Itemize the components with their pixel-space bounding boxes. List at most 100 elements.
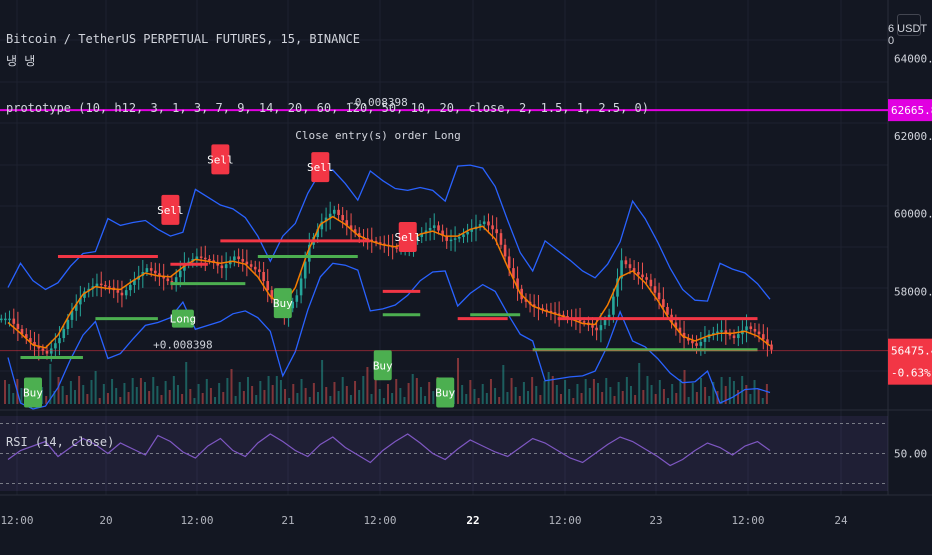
candle [432, 225, 436, 228]
volume-bar [547, 372, 550, 404]
price-axis-tick: 62000.00 [894, 130, 932, 143]
volume-bar [312, 383, 315, 404]
volume-bar [625, 377, 628, 404]
volume-bar [234, 396, 237, 404]
volume-bar [671, 384, 674, 404]
volume-bar [201, 393, 204, 404]
candle [499, 233, 503, 245]
candle [195, 256, 199, 260]
volume-bar [732, 381, 735, 404]
close-order-label: Close entry(s) order Long [295, 129, 461, 142]
candle [649, 279, 653, 287]
candle [507, 256, 511, 269]
price-chart[interactable]: -0.008398Close entry(s) order LongSellSe… [0, 0, 932, 550]
volume-bar [555, 385, 558, 404]
volume-bar [621, 391, 624, 404]
candle [757, 331, 761, 335]
volume-bar [325, 387, 328, 404]
time-axis-tick: 21 [281, 514, 294, 527]
volume-bar [564, 380, 567, 404]
volume-bar [139, 378, 142, 404]
volume-bar [176, 385, 179, 404]
candle [8, 318, 11, 321]
volume-bar [115, 388, 118, 404]
strategy-legend[interactable]: prototype (10, h12, 3, 1, 3, 7, 9, 14, 2… [6, 101, 649, 115]
volume-bar [428, 382, 431, 404]
unit-toggle-button[interactable]: 6 USDT 0 [888, 23, 932, 47]
volume-bar [123, 383, 126, 404]
volume-bar [588, 388, 591, 404]
volume-bar [168, 390, 171, 404]
volume-bar [205, 379, 208, 404]
candle [637, 272, 640, 275]
candle [653, 286, 657, 293]
marker-label: Sell [207, 153, 234, 166]
volume-bar [251, 386, 254, 404]
volume-bar [704, 387, 707, 404]
volume-bar [316, 392, 319, 404]
volume-bar [580, 393, 583, 404]
symbol-title[interactable]: Bitcoin / TetherUS PERPETUAL FUTURES, 15… [6, 32, 360, 46]
candle [99, 283, 103, 286]
candle [262, 272, 265, 282]
candle [166, 278, 170, 282]
candle [124, 290, 128, 296]
candle [457, 237, 461, 239]
volume-bar [255, 395, 258, 404]
volume-bar [304, 388, 307, 404]
candle [295, 295, 299, 302]
volume-bar [522, 382, 525, 404]
volume-bar [321, 360, 324, 404]
volume-bar [78, 376, 81, 404]
volume-bar [728, 377, 731, 404]
volume-bar [642, 390, 645, 404]
volume-bar [131, 378, 134, 404]
volume-bar [222, 392, 225, 404]
volume-bar [358, 390, 361, 404]
time-axis-tick: 12:00 [731, 514, 764, 527]
volume-bar [106, 393, 109, 404]
volume-bar [119, 397, 122, 404]
candle [491, 225, 494, 230]
volume-bar [111, 379, 114, 404]
volume-bar [634, 395, 637, 404]
candle [591, 325, 594, 328]
volume-bar [411, 374, 414, 404]
volume-bar [535, 386, 538, 404]
marker-label: Sell [157, 204, 184, 217]
candle [720, 330, 723, 332]
chart-root[interactable]: -0.008398 Close entry(s) order Long Sell Se… [0, 0, 932, 550]
candle [695, 343, 698, 346]
volume-bar [559, 394, 562, 404]
candle [129, 284, 132, 291]
candle [58, 338, 61, 344]
volume-bar [667, 398, 670, 404]
volume-bar [658, 380, 661, 404]
candle [466, 231, 469, 235]
volume-bar [650, 385, 653, 404]
volume-bar [279, 380, 282, 404]
rsi-legend[interactable]: RSI (14, close) [6, 435, 114, 449]
candle [449, 239, 453, 242]
time-axis-tick: 22 [466, 514, 479, 527]
volume-bar [514, 387, 517, 404]
volume-bar [654, 394, 657, 404]
volume-bar [601, 392, 604, 404]
candle [341, 215, 344, 221]
volume-bar [432, 391, 435, 404]
indicator-glyph[interactable]: 냉 냉 [6, 52, 35, 69]
volume-bar [374, 380, 377, 404]
candle [54, 343, 57, 349]
volume-bar [214, 397, 217, 404]
volume-bar [609, 387, 612, 404]
price-change-label: -0.63% [891, 367, 931, 380]
volume-bar [337, 391, 340, 404]
volume-bar [90, 380, 93, 404]
candle [108, 286, 111, 288]
volume-bar [419, 387, 422, 404]
candle [612, 296, 615, 315]
candle [120, 292, 124, 296]
candle [154, 270, 157, 274]
volume-bar [638, 363, 641, 404]
candle [116, 290, 120, 293]
